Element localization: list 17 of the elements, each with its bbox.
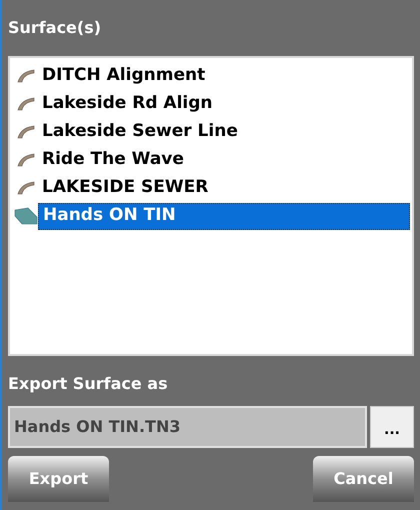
- filename-field[interactable]: Hands ON TIN.TN3: [8, 406, 367, 448]
- road-icon: [17, 97, 35, 111]
- road-icon: [17, 69, 35, 83]
- road-icon: [17, 181, 35, 195]
- road-icon: [17, 153, 35, 167]
- terrain-icon: [14, 207, 38, 225]
- export-label: Export Surface as: [8, 373, 169, 395]
- section-title: Surface(s): [8, 17, 102, 39]
- surface-item[interactable]: Hands ON TIN: [38, 202, 410, 230]
- surface-item[interactable]: DITCH Alignment: [38, 62, 410, 90]
- surface-item[interactable]: Ride The Wave: [38, 146, 410, 174]
- browse-button[interactable]: ...: [370, 406, 414, 448]
- surface-item[interactable]: Lakeside Rd Align: [38, 90, 410, 118]
- surface-item[interactable]: Lakeside Sewer Line: [38, 118, 410, 146]
- road-icon: [17, 125, 35, 139]
- surface-list[interactable]: DITCH Alignment Lakeside Rd Align Lakeside Sewer Line Ride The Wave LAKESIDE SEWER Hands ON TIN: [8, 56, 414, 356]
- surface-item[interactable]: LAKESIDE SEWER: [38, 174, 410, 202]
